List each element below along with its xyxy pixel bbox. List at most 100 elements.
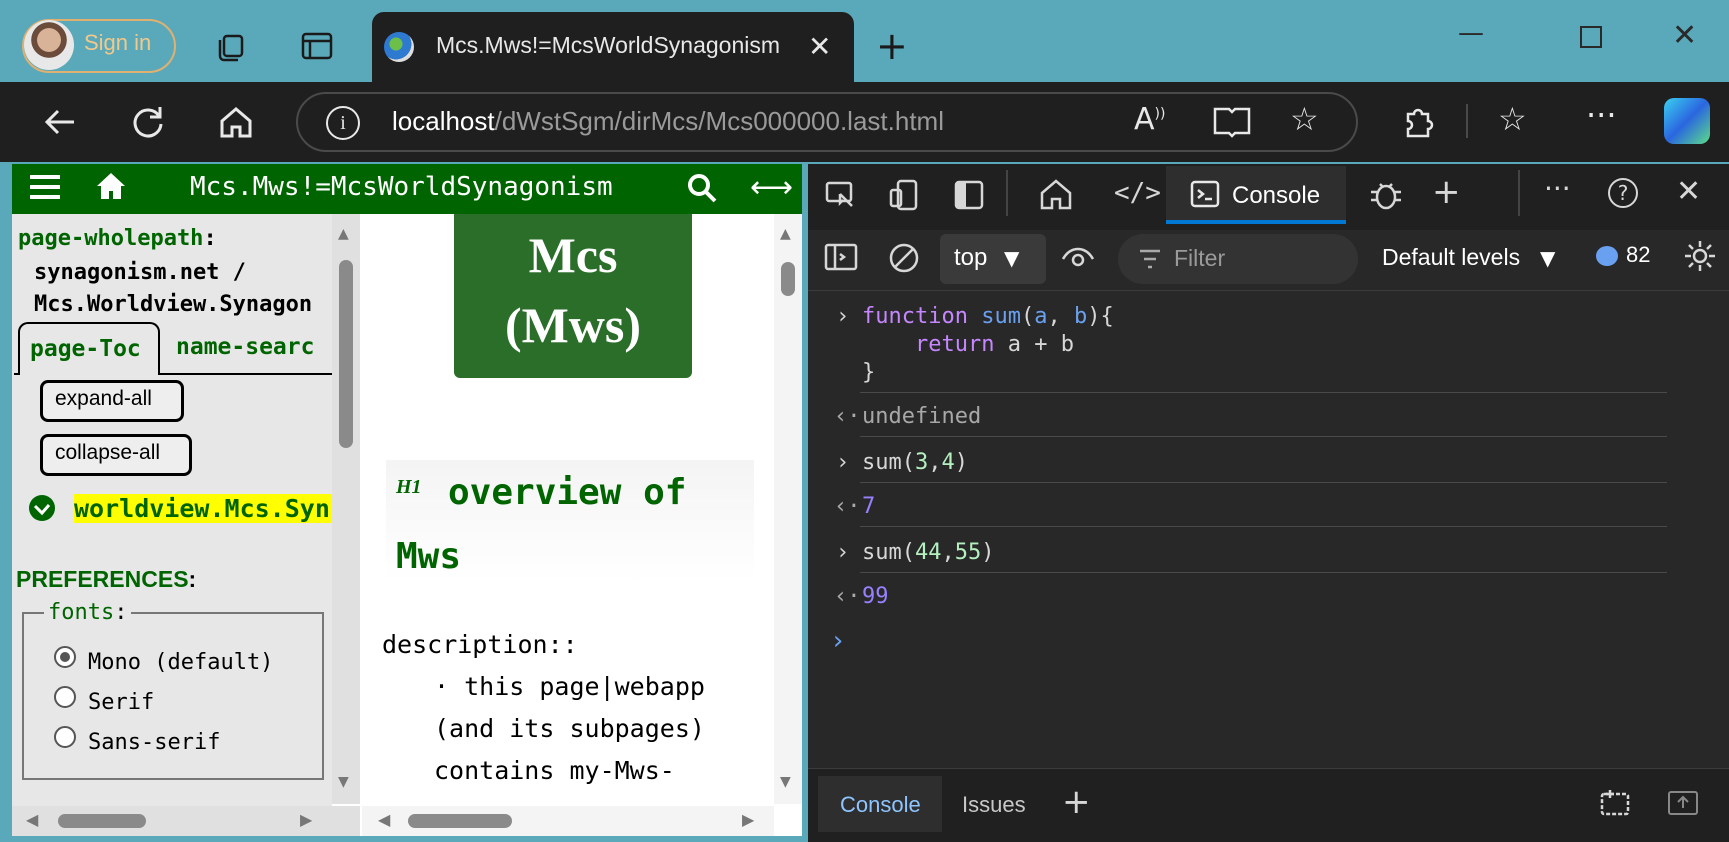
scroll-up-arrow-icon[interactable]: ▲ xyxy=(780,226,791,242)
scroll-up-arrow-icon[interactable]: ▲ xyxy=(338,226,349,242)
copilot-icon[interactable] xyxy=(1664,98,1710,144)
toolbar-divider xyxy=(1006,170,1008,216)
width-toggle-icon[interactable]: ⟷ xyxy=(750,170,793,205)
drawer-tab-console-label: Console xyxy=(840,792,921,817)
main-vertical-scrollbar[interactable] xyxy=(774,214,802,804)
radio-serif[interactable] xyxy=(54,686,76,708)
radio-mono[interactable] xyxy=(54,646,76,668)
minimize-icon[interactable]: — xyxy=(1458,18,1484,48)
radio-sans-serif[interactable] xyxy=(54,726,76,748)
console-input: return a + b xyxy=(914,332,1074,357)
input-chevron-icon: › xyxy=(836,450,850,475)
console-input[interactable]: sum(3,4) xyxy=(862,450,968,475)
tab-page-toc[interactable]: page-Toc xyxy=(18,322,160,375)
url-host: localhost xyxy=(392,106,495,136)
check-circle-icon[interactable] xyxy=(28,494,56,526)
new-tab-icon[interactable]: + xyxy=(876,24,908,68)
issues-bug-icon[interactable] xyxy=(1368,176,1404,216)
refresh-icon[interactable] xyxy=(128,102,168,146)
toc-item[interactable]: worldview.Mcs.Syn xyxy=(74,494,332,526)
console-separator xyxy=(860,572,1667,573)
tab-title: Mcs.Mws!=McsWorldSynagonism xyxy=(436,32,781,58)
maximize-icon[interactable] xyxy=(1580,26,1602,48)
console-input[interactable]: sum(44,55) xyxy=(862,540,994,565)
drawer-tab-issues[interactable]: Issues xyxy=(962,792,1026,818)
sidebar-toggle-icon[interactable] xyxy=(824,242,858,276)
favorite-star-icon[interactable]: ☆ xyxy=(1290,100,1319,138)
scroll-left-arrow-icon[interactable]: ◀ xyxy=(378,810,390,829)
elements-code-icon[interactable]: </> xyxy=(1114,178,1161,208)
workspaces-icon[interactable] xyxy=(212,26,252,66)
toolbar-divider xyxy=(1518,170,1520,216)
message-bubble-icon[interactable] xyxy=(1596,246,1618,266)
url-text[interactable]: localhost/dWstSgm/dirMcs/Mcs000000.last.… xyxy=(392,106,944,137)
console-output: 7 xyxy=(862,494,876,519)
wholepath-line2[interactable]: Mcs.Worldview.Synagon xyxy=(34,292,330,317)
device-emulation-icon[interactable] xyxy=(888,178,922,216)
log-levels-dropdown[interactable]: Default levels xyxy=(1382,244,1520,271)
hamburger-menu-icon[interactable] xyxy=(30,172,60,206)
site-info-icon[interactable]: i xyxy=(326,106,360,140)
more-tabs-plus-icon[interactable]: + xyxy=(1432,172,1461,212)
avatar[interactable] xyxy=(24,20,74,70)
close-tab-icon[interactable]: ✕ xyxy=(808,30,831,63)
dock-to-side-icon[interactable] xyxy=(1598,788,1632,822)
expand-all-button[interactable]: expand-all xyxy=(40,380,184,422)
live-expression-eye-icon[interactable] xyxy=(1060,242,1096,276)
console-settings-gear-icon[interactable] xyxy=(1682,238,1718,278)
console-icon xyxy=(1190,180,1220,212)
drawer-add-tab-icon[interactable]: + xyxy=(1062,782,1091,822)
left-hscroll-thumb[interactable] xyxy=(58,814,146,828)
console-separator xyxy=(860,436,1667,437)
vertical-tabs-icon[interactable] xyxy=(297,26,337,66)
output-arrow-icon: ‹· xyxy=(834,404,861,429)
console-output: 99 xyxy=(862,584,889,609)
collapse-all-button[interactable]: collapse-all xyxy=(40,434,192,476)
home-icon[interactable] xyxy=(96,172,126,204)
console-input[interactable]: function sum(a, b){ xyxy=(862,304,1114,329)
inspect-element-icon[interactable] xyxy=(824,178,858,216)
help-icon[interactable]: ? xyxy=(1608,178,1638,208)
main-hscroll-thumb[interactable] xyxy=(408,814,512,828)
scroll-right-arrow-icon[interactable]: ▶ xyxy=(742,810,754,829)
main-scroll-thumb[interactable] xyxy=(781,262,795,296)
desc-line: (and its subpages) xyxy=(434,714,705,743)
scroll-down-arrow-icon[interactable]: ▼ xyxy=(338,774,349,790)
tab-name-search[interactable]: name-searc xyxy=(176,334,332,360)
wholepath-line1[interactable]: synagonism.net / xyxy=(34,260,246,285)
wholepath-label: page-wholepath xyxy=(18,226,204,251)
h1-marker[interactable]: H1 xyxy=(396,476,422,499)
scroll-left-arrow-icon[interactable]: ◀ xyxy=(26,810,38,829)
search-icon[interactable] xyxy=(686,172,718,208)
output-arrow-icon: ‹· xyxy=(834,584,861,609)
home-icon[interactable] xyxy=(216,102,256,146)
sign-in-label: Sign in xyxy=(84,30,152,55)
immersive-reader-icon[interactable] xyxy=(1212,104,1252,144)
fn-name: sum xyxy=(981,304,1021,329)
read-aloud-icon[interactable]: A)) xyxy=(1134,102,1165,137)
close-drawer-icon[interactable] xyxy=(1666,788,1700,822)
console-prompt-chevron-icon[interactable]: › xyxy=(830,626,846,656)
favorites-icon[interactable]: ☆ xyxy=(1498,100,1527,138)
left-scroll-thumb[interactable] xyxy=(339,260,353,448)
chevron-down-icon: ▼ xyxy=(1004,246,1020,270)
clear-console-icon[interactable] xyxy=(888,242,920,278)
welcome-home-icon[interactable] xyxy=(1038,176,1074,216)
desc-line: · this page|webapp xyxy=(434,672,705,701)
console-separator xyxy=(860,482,1667,483)
console-tab-underline xyxy=(1166,220,1346,224)
back-icon[interactable] xyxy=(40,102,80,146)
more-options-icon[interactable]: ··· xyxy=(1586,96,1617,134)
chevron-down-icon[interactable]: ▼ xyxy=(1540,246,1555,270)
radio-sans-serif-label: Sans-serif xyxy=(88,730,221,755)
dock-side-icon[interactable] xyxy=(954,180,984,214)
close-devtools-icon[interactable]: ✕ xyxy=(1676,174,1701,209)
scroll-down-arrow-icon[interactable]: ▼ xyxy=(780,774,791,790)
close-window-icon[interactable]: ✕ xyxy=(1672,18,1697,53)
scroll-right-arrow-icon[interactable]: ▶ xyxy=(300,810,312,829)
preferences-heading: PREFERENCES: xyxy=(16,566,197,592)
keyword: function xyxy=(862,304,968,329)
radio-mono-label: Mono (default) xyxy=(88,650,274,675)
extensions-icon[interactable] xyxy=(1398,102,1438,146)
customize-more-icon[interactable]: ··· xyxy=(1544,172,1571,205)
